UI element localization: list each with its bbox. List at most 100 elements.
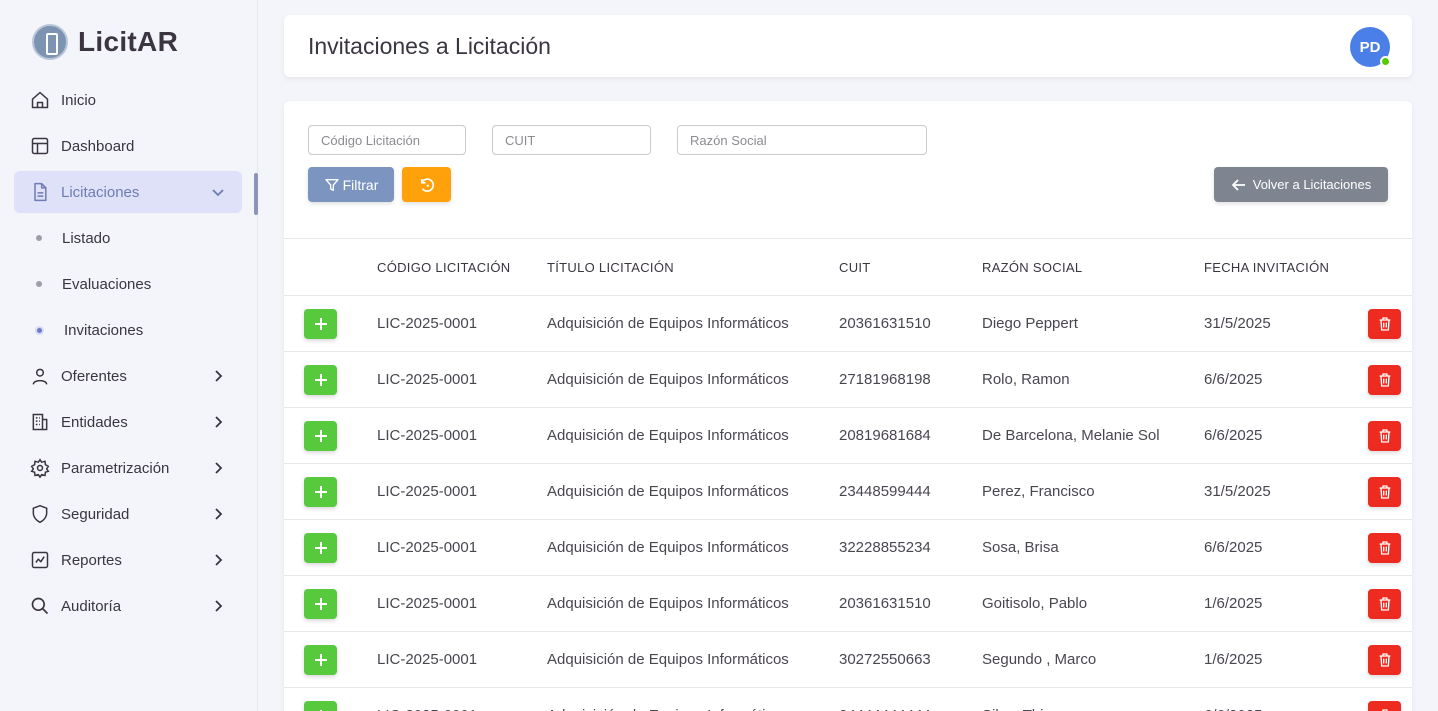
add-button[interactable] <box>304 476 337 507</box>
trash-icon <box>1377 316 1393 332</box>
cell-cuit: 20361631510 <box>839 315 931 332</box>
avatar[interactable]: PD <box>1350 27 1391 67</box>
bullet-icon <box>36 235 42 241</box>
cell-codigo: LIC-2025-0001 <box>377 539 478 556</box>
trash-icon <box>1377 484 1393 500</box>
sidebar-item-parametrizacion[interactable]: Parametrización <box>14 447 242 489</box>
back-to-licitaciones-button[interactable]: Volver a Licitaciones <box>1214 167 1388 202</box>
add-cell <box>284 576 377 632</box>
plus-icon <box>314 485 328 499</box>
delete-cell <box>1368 520 1412 576</box>
cell-cuit: 20361631510 <box>839 595 931 612</box>
cell-titulo: Adquisición de Equipos Informáticos <box>547 315 789 332</box>
delete-button[interactable] <box>1368 420 1401 451</box>
header-fecha[interactable]: FECHA INVITACIÓN <box>1204 239 1368 296</box>
plus-icon <box>314 597 328 611</box>
sidebar-item-dashboard[interactable]: Dashboard <box>14 125 242 167</box>
cell-cuit: 20819681684 <box>839 427 931 444</box>
filter-button-label: Filtrar <box>342 176 379 193</box>
header-delete <box>1368 239 1412 296</box>
reset-filters-button[interactable] <box>402 167 451 202</box>
cell-titulo: Adquisición de Equipos Informáticos <box>547 371 789 388</box>
table-row: LIC-2025-0001 Adquisición de Equipos Info… <box>284 520 1412 576</box>
delete-button[interactable] <box>1368 700 1401 711</box>
sidebar-item-label: Auditoría <box>61 597 122 615</box>
sidebar-item-entidades[interactable]: Entidades <box>14 401 242 443</box>
add-button[interactable] <box>304 308 337 339</box>
sidebar-item-oferentes[interactable]: Oferentes <box>14 355 242 397</box>
app-name: LicitAR <box>78 26 179 57</box>
header-actions <box>284 239 377 296</box>
chevron-right-icon <box>210 368 226 384</box>
cell-titulo: Adquisición de Equipos Informáticos <box>547 427 789 444</box>
document-icon <box>30 182 50 202</box>
chevron-down-icon <box>210 184 226 200</box>
sidebar: LicitAR Inicio Dashboard Licitaciones Li… <box>0 0 258 711</box>
delete-button[interactable] <box>1368 644 1401 675</box>
codigo-licitacion-input[interactable] <box>308 125 466 155</box>
plus-icon <box>314 541 328 555</box>
back-button-label: Volver a Licitaciones <box>1252 177 1372 192</box>
sidebar-item-reportes[interactable]: Reportes <box>14 539 242 581</box>
cuit-input[interactable] <box>492 125 651 155</box>
sidebar-item-seguridad[interactable]: Seguridad <box>14 493 242 535</box>
sidebar-subitem-invitaciones[interactable]: Invitaciones <box>14 309 242 351</box>
cell-cuit: 30272550663 <box>839 651 931 668</box>
delete-button[interactable] <box>1368 476 1401 507</box>
cell-fecha: 1/6/2025 <box>1204 651 1263 668</box>
add-button[interactable] <box>304 700 337 711</box>
cell-cuit: 23448599444 <box>839 483 931 500</box>
cell-fecha: 1/6/2025 <box>1204 595 1263 612</box>
sidebar-item-auditoria[interactable]: Auditoría <box>14 585 242 627</box>
chevron-right-icon <box>210 598 226 614</box>
delete-button[interactable] <box>1368 308 1401 339</box>
cell-codigo: LIC-2025-0001 <box>377 483 478 500</box>
header-titulo[interactable]: TÍTULO LICITACIÓN <box>547 239 839 296</box>
sidebar-subitem-evaluaciones[interactable]: Evaluaciones <box>14 263 242 305</box>
delete-cell <box>1368 408 1412 464</box>
delete-cell <box>1368 688 1412 711</box>
add-button[interactable] <box>304 644 337 675</box>
cell-codigo: LIC-2025-0001 <box>377 651 478 668</box>
cell-titulo: Adquisición de Equipos Informáticos <box>547 595 789 612</box>
plus-icon <box>314 373 328 387</box>
add-button[interactable] <box>304 420 337 451</box>
delete-button[interactable] <box>1368 588 1401 619</box>
table-row: LIC-2025-0001 Adquisición de Equipos Info… <box>284 632 1412 688</box>
header-cuit[interactable]: CUIT <box>839 239 982 296</box>
cell-fecha: 6/6/2025 <box>1204 688 1368 711</box>
add-cell <box>284 464 377 520</box>
add-button[interactable] <box>304 364 337 395</box>
cell-titulo: Adquisición de Equipos Informáticos <box>547 651 789 668</box>
add-cell <box>284 688 377 711</box>
cell-fecha: 6/6/2025 <box>1204 539 1263 556</box>
sidebar-item-inicio[interactable]: Inicio <box>14 79 242 121</box>
building-icon <box>30 412 50 432</box>
logo-icon <box>32 24 68 60</box>
filter-button[interactable]: Filtrar <box>308 167 394 202</box>
razon-social-input[interactable] <box>677 125 927 155</box>
sidebar-subitem-listado[interactable]: Listado <box>14 217 242 259</box>
trash-icon <box>1377 428 1393 444</box>
sidebar-scrollbar[interactable] <box>254 173 258 215</box>
trash-icon <box>1377 596 1393 612</box>
delete-cell <box>1368 632 1412 688</box>
table-row: LIC-2025-0001 Adquisición de Equipos Info… <box>284 296 1412 352</box>
table-header-row: CÓDIGO LICITACIÓN TÍTULO LICITACIÓN CUIT… <box>284 238 1412 296</box>
sidebar-item-label: Invitaciones <box>64 321 144 339</box>
sidebar-item-licitaciones[interactable]: Licitaciones <box>14 171 242 213</box>
delete-button[interactable] <box>1368 532 1401 563</box>
sidebar-item-label: Parametrización <box>61 459 170 477</box>
cell-razon-social: Segundo , Marco <box>982 651 1097 668</box>
delete-button[interactable] <box>1368 364 1401 395</box>
sidebar-item-label: Seguridad <box>61 505 130 523</box>
invitations-card: Filtrar Volver a Licitaciones CÓDIGO LIC… <box>284 101 1412 711</box>
brand[interactable]: LicitAR <box>32 24 178 60</box>
add-button[interactable] <box>304 532 337 563</box>
chevron-right-icon <box>210 552 226 568</box>
add-cell <box>284 296 377 352</box>
chevron-right-icon <box>210 414 226 430</box>
header-codigo[interactable]: CÓDIGO LICITACIÓN <box>377 239 547 296</box>
add-button[interactable] <box>304 588 337 619</box>
header-razon-social[interactable]: RAZÓN SOCIAL <box>982 239 1204 296</box>
